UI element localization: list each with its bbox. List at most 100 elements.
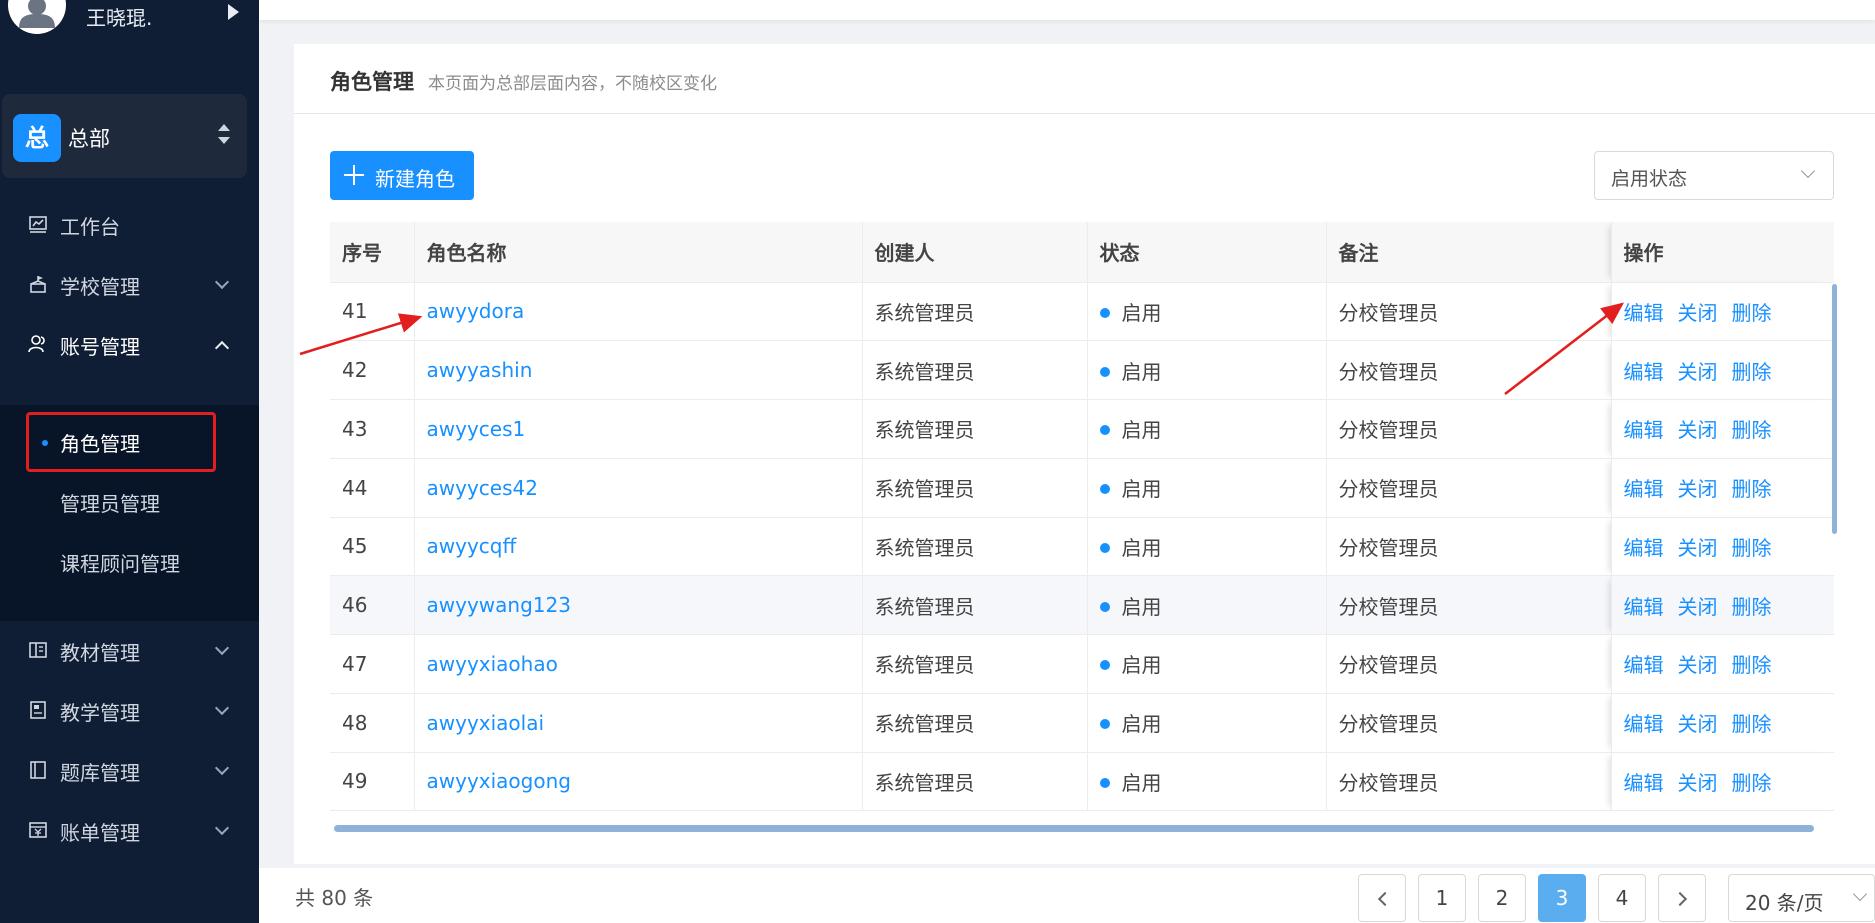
cell-status: 启用: [1087, 282, 1327, 342]
menu-item-account[interactable]: 账号管理: [0, 315, 259, 375]
status-dot: [1099, 777, 1110, 788]
chevron-down-icon: [214, 760, 230, 776]
close-link[interactable]: 关闭: [1678, 418, 1718, 442]
role-name-link[interactable]: awyyxiaogong: [414, 752, 863, 812]
org-name: 总部: [68, 127, 110, 151]
cell-creator: 系统管理员: [862, 282, 1088, 342]
cell-status: 启用: [1087, 752, 1327, 812]
cell-no: 46: [330, 575, 415, 635]
delete-link[interactable]: 删除: [1732, 418, 1772, 442]
delete-link[interactable]: 删除: [1732, 477, 1772, 501]
user-profile[interactable]: 王晓琨.: [0, 0, 259, 40]
close-link[interactable]: 关闭: [1678, 653, 1718, 677]
cell-actions: 编辑 关闭 删除: [1610, 634, 1834, 694]
sidebar-item-advisor-management[interactable]: 课程顾问管理: [0, 532, 259, 592]
delete-link[interactable]: 删除: [1732, 771, 1772, 795]
edit-link[interactable]: 编辑: [1624, 301, 1664, 325]
sidebar-item-admin-management[interactable]: 管理员管理: [0, 472, 259, 532]
cell-note: 分校管理员: [1326, 458, 1612, 518]
caret-right-icon[interactable]: [228, 4, 239, 20]
close-link[interactable]: 关闭: [1678, 360, 1718, 384]
submenu-label: 管理员管理: [60, 492, 160, 516]
vertical-scrollbar[interactable]: [1832, 284, 1837, 534]
menu-label: 教学管理: [60, 701, 140, 725]
edit-link[interactable]: 编辑: [1624, 771, 1664, 795]
cell-actions: 编辑 关闭 删除: [1610, 340, 1834, 400]
cell-actions: 编辑 关闭 删除: [1610, 517, 1834, 577]
table-row: 45 awyycqff 系统管理员 启用 分校管理员 编辑 关闭 删除: [330, 517, 1834, 577]
menu-item-school[interactable]: 学校管理: [0, 255, 259, 315]
page-size-select[interactable]: 20 条/页: [1728, 874, 1875, 922]
prev-page-button[interactable]: [1358, 874, 1406, 922]
top-header: [259, 0, 1875, 20]
close-link[interactable]: 关闭: [1678, 712, 1718, 736]
book-icon: [29, 642, 47, 658]
cell-status: 启用: [1087, 458, 1327, 518]
delete-link[interactable]: 删除: [1732, 360, 1772, 384]
table-row: 41 awyydora 系统管理员 启用 分校管理员 编辑 关闭 删除: [330, 282, 1834, 342]
user-name: 王晓琨.: [86, 6, 153, 30]
edit-link[interactable]: 编辑: [1624, 360, 1664, 384]
avatar[interactable]: [8, 0, 66, 34]
next-page-button[interactable]: [1658, 874, 1706, 922]
status-dot: [1099, 601, 1110, 612]
edit-link[interactable]: 编辑: [1624, 477, 1664, 501]
delete-link[interactable]: 删除: [1732, 301, 1772, 325]
user-icon: [19, 0, 55, 28]
cell-creator: 系统管理员: [862, 517, 1088, 577]
horizontal-scrollbar[interactable]: [334, 825, 1814, 832]
chevron-down-icon: [214, 274, 230, 290]
status-dot: [1099, 484, 1110, 495]
column-header-status: 状态: [1087, 222, 1327, 283]
role-name-link[interactable]: awyyxiaolai: [414, 693, 863, 753]
role-name-link[interactable]: awyydora: [414, 282, 863, 342]
status-text: 启用: [1121, 653, 1162, 678]
cell-actions: 编辑 关闭 删除: [1610, 693, 1834, 753]
table-row: 43 awyyces1 系统管理员 启用 分校管理员 编辑 关闭 删除: [330, 399, 1834, 459]
cell-no: 47: [330, 634, 415, 694]
status-text: 启用: [1121, 535, 1162, 560]
edit-link[interactable]: 编辑: [1624, 653, 1664, 677]
menu-item-teaching[interactable]: 教学管理: [0, 681, 259, 741]
close-link[interactable]: 关闭: [1678, 477, 1718, 501]
delete-link[interactable]: 删除: [1732, 712, 1772, 736]
cell-note: 分校管理员: [1326, 575, 1612, 635]
cell-actions: 编辑 关闭 删除: [1610, 575, 1834, 635]
role-name-link[interactable]: awyyxiaohao: [414, 634, 863, 694]
cell-actions: 编辑 关闭 删除: [1610, 752, 1834, 812]
chevron-up-icon: [214, 340, 230, 356]
menu-item-questions[interactable]: 题库管理: [0, 741, 259, 801]
delete-link[interactable]: 删除: [1732, 536, 1772, 560]
edit-link[interactable]: 编辑: [1624, 536, 1664, 560]
status-filter-select[interactable]: 启用状态: [1594, 151, 1834, 200]
delete-link[interactable]: 删除: [1732, 653, 1772, 677]
role-name-link[interactable]: awyyashin: [414, 340, 863, 400]
edit-link[interactable]: 编辑: [1624, 712, 1664, 736]
role-name-link[interactable]: awyyces1: [414, 399, 863, 459]
role-name-link[interactable]: awyycqff: [414, 517, 863, 577]
close-link[interactable]: 关闭: [1678, 301, 1718, 325]
cell-no: 42: [330, 340, 415, 400]
page-2[interactable]: 2: [1478, 874, 1526, 922]
role-name-link[interactable]: awyyces42: [414, 458, 863, 518]
close-link[interactable]: 关闭: [1678, 536, 1718, 560]
edit-link[interactable]: 编辑: [1624, 418, 1664, 442]
org-switcher[interactable]: 总 总部: [2, 94, 247, 178]
menu-item-materials[interactable]: 教材管理: [0, 621, 259, 681]
page-4[interactable]: 4: [1598, 874, 1646, 922]
close-link[interactable]: 关闭: [1678, 595, 1718, 619]
new-role-button[interactable]: 新建角色: [330, 151, 474, 200]
delete-link[interactable]: 删除: [1732, 595, 1772, 619]
page-3-current[interactable]: 3: [1538, 874, 1586, 922]
main-panel: 角色管理 本页面为总部层面内容，不随校区变化 新建角色 启用状态 序号 角色名称…: [294, 44, 1875, 864]
close-link[interactable]: 关闭: [1678, 771, 1718, 795]
cell-no: 48: [330, 693, 415, 753]
menu-item-workbench[interactable]: 工作台: [0, 195, 259, 255]
cell-actions: 编辑 关闭 删除: [1610, 458, 1834, 518]
chevron-down-icon: [1800, 163, 1816, 179]
role-name-link[interactable]: awyywang123: [414, 575, 863, 635]
edit-link[interactable]: 编辑: [1624, 595, 1664, 619]
page-1[interactable]: 1: [1418, 874, 1466, 922]
menu-item-billing[interactable]: 账单管理: [0, 801, 259, 861]
table-row: 42 awyyashin 系统管理员 启用 分校管理员 编辑 关闭 删除: [330, 340, 1834, 400]
